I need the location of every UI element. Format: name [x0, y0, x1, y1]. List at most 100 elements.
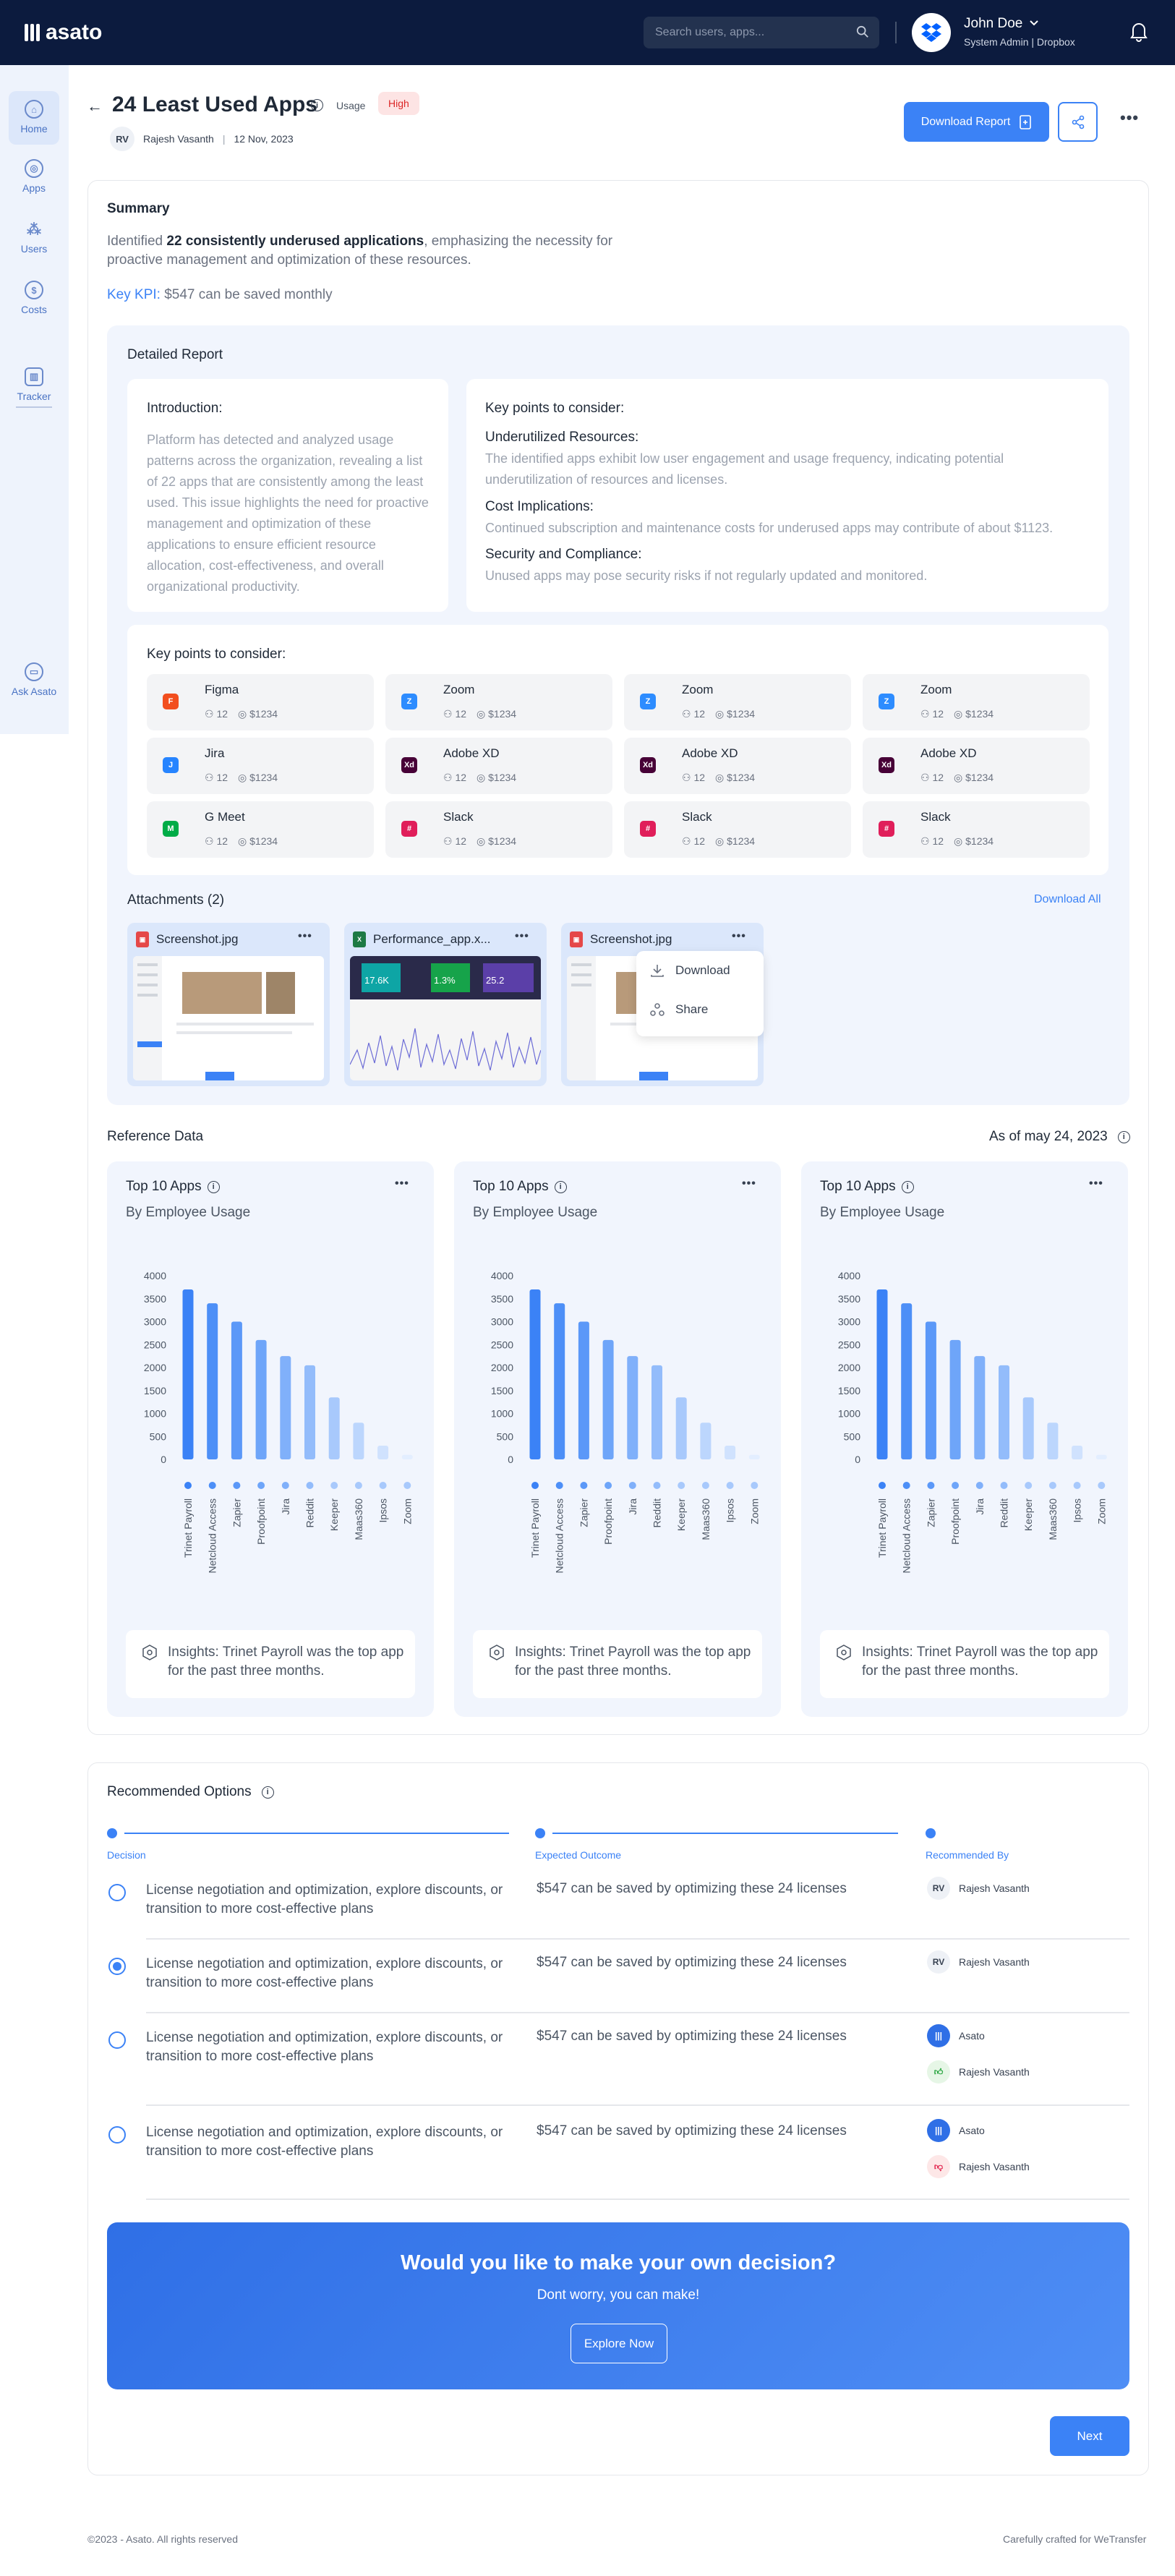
bar[interactable] — [901, 1303, 913, 1459]
bar[interactable] — [1072, 1445, 1083, 1459]
app-tile[interactable]: # Slack ⚇ 12 ◎ $1234 — [385, 801, 612, 858]
app-name: Figma — [205, 683, 239, 696]
bar[interactable] — [1095, 1454, 1107, 1459]
bar[interactable] — [231, 1321, 242, 1460]
bar[interactable] — [602, 1339, 614, 1459]
info-icon[interactable]: i — [207, 1180, 220, 1193]
app-logo-icon — [1048, 1482, 1056, 1489]
sidebar-item-ask-asato[interactable]: ▭ Ask Asato — [4, 662, 64, 697]
chevron-down-icon[interactable] — [1028, 17, 1040, 29]
asato-logo[interactable]: asato — [25, 20, 102, 45]
back-arrow-icon[interactable]: ← — [87, 97, 103, 116]
bar[interactable] — [627, 1356, 638, 1459]
attachment-header: ▣ Screenshot.jpg — [136, 931, 238, 947]
info-icon[interactable]: i — [1117, 1130, 1130, 1143]
bar[interactable] — [974, 1356, 986, 1459]
attachment-card[interactable]: ▣ Screenshot.jpg ••• — [127, 923, 330, 1086]
app-tile[interactable]: J Jira ⚇ 12 ◎ $1234 — [147, 738, 374, 794]
user-name[interactable]: John Doe — [964, 16, 1022, 32]
bar[interactable] — [748, 1454, 760, 1459]
more-options-icon[interactable]: ••• — [742, 1177, 756, 1190]
app-logo-icon: Z — [879, 694, 894, 709]
bar[interactable] — [999, 1365, 1009, 1459]
app-tile[interactable]: F Figma ⚇ 12 ◎ $1234 — [147, 674, 374, 730]
app-tile[interactable]: # Slack ⚇ 12 ◎ $1234 — [624, 801, 851, 858]
download-all-link[interactable]: Download All — [1034, 893, 1101, 906]
bar[interactable] — [700, 1423, 712, 1459]
info-icon[interactable]: i — [554, 1180, 567, 1193]
app-logo-icon: # — [401, 821, 417, 837]
sidebar: ⌂ Home ◎ Apps ⁂ Users $ Costs ▥ Tracker … — [0, 65, 69, 734]
y-tick-label: 3500 — [491, 1293, 513, 1305]
option-radio[interactable] — [108, 2126, 126, 2144]
bell-icon[interactable] — [1129, 20, 1148, 42]
bar[interactable] — [949, 1339, 961, 1459]
more-options-icon[interactable]: ••• — [395, 1177, 409, 1190]
bar[interactable] — [377, 1445, 389, 1459]
bar[interactable] — [554, 1303, 565, 1459]
option-radio[interactable] — [108, 2031, 126, 2049]
company-avatar[interactable] — [912, 13, 951, 52]
sidebar-divider — [16, 406, 52, 408]
bar[interactable] — [925, 1321, 936, 1460]
bar[interactable] — [876, 1289, 888, 1459]
bar[interactable] — [529, 1289, 541, 1459]
bar[interactable] — [651, 1365, 662, 1459]
app-tile[interactable]: Xd Adobe XD ⚇ 12 ◎ $1234 — [863, 738, 1090, 794]
sidebar-item-home[interactable]: ⌂ Home — [9, 91, 59, 145]
app-tile[interactable]: Z Zoom ⚇ 12 ◎ $1234 — [385, 674, 612, 730]
sidebar-item-apps[interactable]: ◎ Apps — [9, 159, 59, 194]
app-tile[interactable]: Z Zoom ⚇ 12 ◎ $1234 — [863, 674, 1090, 730]
app-logo-icon — [531, 1482, 539, 1489]
y-tick-label: 0 — [508, 1454, 513, 1465]
bar[interactable] — [328, 1397, 340, 1459]
bar[interactable] — [207, 1303, 218, 1459]
info-icon[interactable]: i — [901, 1180, 914, 1193]
app-cost: ◎ $1234 — [238, 835, 278, 847]
bar[interactable] — [1047, 1423, 1059, 1459]
app-tile[interactable]: Xd Adobe XD ⚇ 12 ◎ $1234 — [385, 738, 612, 794]
bar[interactable] — [280, 1356, 291, 1459]
download-report-button[interactable]: Download Report — [904, 102, 1049, 142]
more-options-icon[interactable]: ••• — [1089, 1177, 1103, 1190]
key-kpi: Key KPI: $547 can be saved monthly — [107, 287, 333, 303]
explore-now-button[interactable]: Explore Now — [571, 2324, 667, 2363]
sidebar-item-tracker[interactable]: ▥ Tracker — [9, 367, 59, 402]
more-options-icon[interactable]: ••• — [515, 930, 529, 943]
app-tile[interactable]: Z Zoom ⚇ 12 ◎ $1234 — [624, 674, 851, 730]
more-options-icon[interactable]: ••• — [298, 930, 312, 943]
bar[interactable] — [255, 1339, 267, 1459]
y-tick-label: 2000 — [144, 1362, 166, 1373]
option-decision: License negotiation and optimization, ex… — [146, 2030, 503, 2064]
app-tile[interactable]: # Slack ⚇ 12 ◎ $1234 — [863, 801, 1090, 858]
info-icon[interactable]: i — [311, 99, 323, 111]
bar[interactable] — [304, 1365, 315, 1459]
search-input[interactable]: Search users, apps... — [644, 17, 879, 48]
app-cost: ◎ $1234 — [715, 772, 756, 783]
more-options-icon[interactable]: ••• — [1120, 108, 1139, 127]
more-options-icon[interactable]: ••• — [732, 930, 746, 943]
bar[interactable] — [182, 1289, 194, 1459]
x-tick-label: Zoom — [401, 1498, 413, 1524]
app-tile[interactable]: M G Meet ⚇ 12 ◎ $1234 — [147, 801, 374, 858]
app-cost: ◎ $1234 — [477, 708, 517, 720]
bar[interactable] — [725, 1445, 736, 1459]
bar[interactable] — [675, 1397, 687, 1459]
sidebar-item-costs[interactable]: $ Costs — [9, 281, 59, 315]
app-tile[interactable]: Xd Adobe XD ⚇ 12 ◎ $1234 — [624, 738, 851, 794]
attachment-card[interactable]: X Performance_app.x... ••• 17.6K 1.3% 25… — [344, 923, 547, 1086]
share-menu-item[interactable]: Share — [649, 1002, 708, 1018]
info-icon[interactable]: i — [261, 1786, 274, 1799]
bar[interactable] — [1022, 1397, 1034, 1459]
bar[interactable] — [401, 1454, 413, 1459]
app-meta: ⚇ 12 ◎ $1234 — [443, 772, 516, 784]
download-menu-item[interactable]: Download — [649, 963, 730, 978]
next-button[interactable]: Next — [1050, 2416, 1129, 2456]
sidebar-item-users[interactable]: ⁂ Users — [9, 220, 59, 255]
share-button[interactable] — [1058, 102, 1098, 142]
option-radio[interactable] — [108, 1958, 126, 1975]
bar[interactable] — [353, 1423, 364, 1459]
bar[interactable] — [578, 1321, 589, 1460]
option-radio[interactable] — [108, 1884, 126, 1901]
key-points-title: Key points to consider: — [485, 401, 625, 416]
